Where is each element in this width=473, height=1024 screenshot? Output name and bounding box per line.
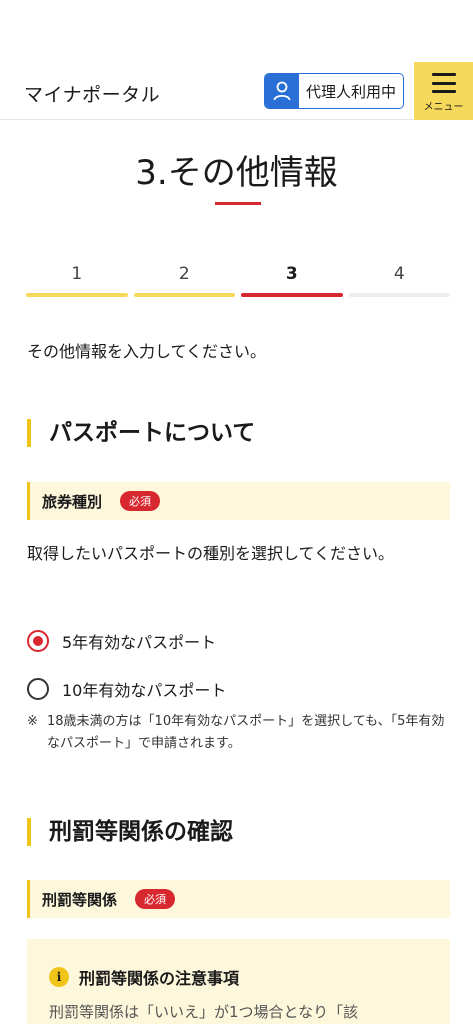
page-title: 3.その他情報 — [135, 153, 338, 193]
step-progress-bar — [133, 293, 235, 297]
radio-checked-icon[interactable] — [27, 630, 49, 652]
notice-body: 刑罰等関係は「いいえ」が1つ場合となり「該 — [49, 1003, 359, 1021]
passport-note: ※ 18歳未満の方は「10年有効なパスポート」を選択しても、「5年有効なパスポー… — [27, 711, 452, 755]
field-label-penalty: 刑罰等関係 必須 — [27, 880, 450, 918]
title-underline — [215, 202, 261, 205]
proxy-user-button[interactable]: 代理人利用中 — [264, 73, 404, 109]
radio-option-5-year[interactable]: 5年有効なパスポート — [27, 629, 216, 653]
penalty-notice-box: i 刑罰等関係の注意事項 刑罰等関係は「いいえ」が1つ場合となり「該 — [27, 939, 450, 1024]
note-text: 18歳未満の方は「10年有効なパスポート」を選択しても、「5年有効なパスポート」… — [47, 714, 445, 751]
step-4: 4 — [348, 264, 450, 297]
notice-title: 刑罰等関係の注意事項 — [79, 969, 240, 988]
step-number: 1 — [71, 264, 83, 284]
step-progress-bar — [26, 293, 128, 297]
proxy-user-label: 代理人利用中 — [305, 82, 396, 101]
radio-unchecked-icon[interactable] — [27, 678, 49, 700]
radio-label: 5年有効なパスポート — [62, 633, 217, 652]
step-1: 1 — [26, 264, 128, 297]
field-description: 取得したいパスポートの種別を選択してください。 — [27, 544, 395, 563]
app-header: マイナポータル 代理人利用中 メニュー — [0, 62, 473, 120]
field-label-text: 旅券種別 — [42, 492, 103, 511]
field-label-passport-type: 旅券種別 必須 — [27, 482, 450, 520]
step-number: 2 — [178, 264, 190, 284]
progress-stepper: 1 2 3 4 — [26, 264, 450, 297]
section-heading-penalty: 刑罰等関係の確認 — [27, 818, 233, 846]
section-heading-passport: パスポートについて — [27, 419, 255, 447]
step-progress-bar — [348, 293, 450, 297]
notice-header: i 刑罰等関係の注意事項 — [49, 965, 239, 989]
step-2: 2 — [133, 264, 235, 297]
radio-option-10-year[interactable]: 10年有効なパスポート — [27, 677, 226, 701]
radio-label: 10年有効なパスポート — [62, 681, 227, 700]
info-icon: i — [49, 967, 69, 987]
required-badge: 必須 — [120, 491, 161, 511]
app-title[interactable]: マイナポータル — [24, 80, 160, 107]
step-number: 4 — [393, 264, 405, 284]
menu-label: メニュー — [423, 102, 464, 113]
step-number: 3 — [285, 264, 298, 284]
hamburger-icon — [431, 73, 456, 93]
step-progress-bar — [241, 293, 343, 297]
step-3: 3 — [241, 264, 343, 297]
required-badge: 必須 — [135, 889, 176, 909]
field-label-text: 刑罰等関係 — [42, 890, 118, 909]
menu-button[interactable]: メニュー — [414, 62, 473, 120]
intro-text: その他情報を入力してください。 — [27, 342, 267, 361]
person-icon — [265, 74, 299, 108]
note-mark: ※ — [27, 714, 38, 729]
